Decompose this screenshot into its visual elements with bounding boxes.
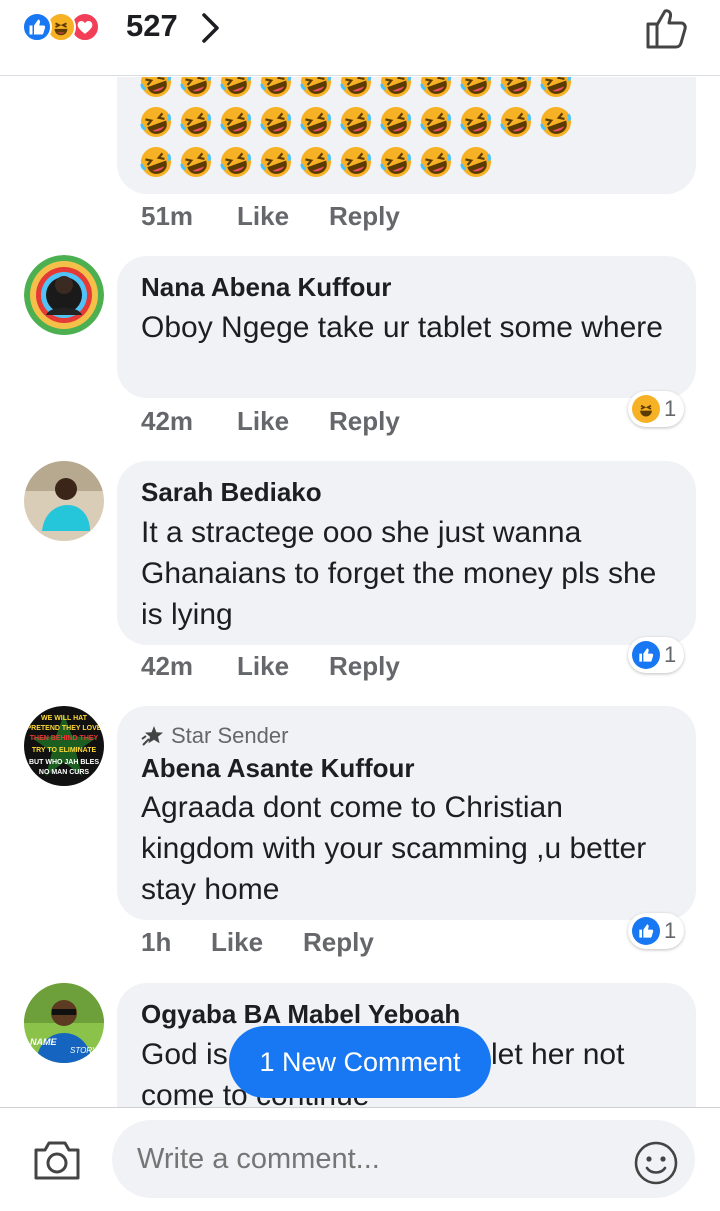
like-link[interactable]: Like (211, 927, 263, 958)
reaction-count[interactable]: 527 (126, 8, 178, 44)
laughing-emoji-icon (539, 77, 573, 99)
laughing-emoji-icon (459, 105, 493, 139)
comment-text: It a stractege ooo she just wanna Ghanai… (141, 516, 657, 631)
new-comment-button[interactable]: 1 New Comment (229, 1026, 491, 1098)
like-link[interactable]: Like (237, 651, 289, 682)
badge-label: Star Sender (171, 723, 289, 748)
avatar[interactable] (24, 461, 104, 541)
like-link[interactable]: Like (237, 406, 289, 437)
comment-bubble[interactable]: Star Sender Abena Asante Kuffour Agraada… (117, 706, 696, 920)
commenter-name[interactable]: Abena Asante Kuffour (141, 753, 415, 784)
laughing-emoji-icon (299, 145, 333, 179)
reaction-pill[interactable]: 1 (628, 391, 685, 427)
laughing-emoji-icon (179, 145, 213, 179)
comment-text: let her not (491, 1038, 625, 1071)
laughing-emoji-icon (299, 105, 333, 139)
reaction-count: 1 (664, 396, 677, 421)
comment-time: 42m (141, 406, 194, 436)
reply-link[interactable]: Reply (329, 651, 400, 682)
laughing-emoji-icon (379, 105, 413, 139)
avatar-text: STORY (70, 1046, 98, 1055)
star-sender-badge: Star Sender (141, 723, 288, 749)
laughing-emoji-icon (419, 105, 453, 139)
laughing-emoji-icon (179, 105, 213, 139)
comment-time: 1h (141, 927, 172, 957)
comment-bubble[interactable]: Nana Abena Kuffour Oboy Ngege take ur ta… (117, 256, 696, 398)
laughing-emoji-icon (259, 145, 293, 179)
emoji-row (139, 77, 579, 99)
commenter-name[interactable]: Nana Abena Kuffour (141, 272, 391, 303)
reaction-count: 1 (664, 918, 677, 943)
comment-text: Agraada dont come to Christian kingdom w… (141, 791, 647, 906)
reaction-summary[interactable] (22, 10, 100, 44)
reply-link[interactable]: Reply (329, 406, 400, 437)
laughing-emoji-icon (179, 77, 213, 99)
comment-bubble (117, 77, 696, 194)
reply-link[interactable]: Reply (303, 927, 374, 958)
star-icon (141, 726, 163, 746)
haha-icon (632, 395, 660, 423)
comment-time: 51m (141, 201, 194, 231)
laughing-emoji-icon (139, 77, 173, 99)
laughing-emoji-icon (459, 145, 493, 179)
chevron-right-icon[interactable] (200, 12, 222, 49)
reaction-pill[interactable]: 1 (628, 637, 685, 673)
laughing-emoji-icon (219, 77, 253, 99)
laughing-emoji-icon (339, 105, 373, 139)
like-icon (632, 917, 660, 945)
laughing-emoji-icon (219, 105, 253, 139)
laughing-emoji-icon (299, 77, 333, 99)
reply-link[interactable]: Reply (329, 201, 400, 232)
comment-composer (0, 1107, 720, 1211)
avatar-text: WE WILL HAT (41, 715, 88, 722)
laughing-emoji-icon (419, 77, 453, 99)
thumbs-up-icon[interactable] (644, 6, 690, 55)
comments-feed[interactable]: 51m Like Reply Nana Abena Kuffour Oboy N… (0, 77, 720, 1107)
avatar-text: NAME (30, 1037, 57, 1047)
laughing-emoji-icon (419, 145, 453, 179)
laughing-emoji-icon (259, 77, 293, 99)
avatar[interactable]: WE WILL HAT PRETEND THEY LOVE THEN BEHIN… (24, 706, 104, 786)
laughing-emoji-icon (499, 105, 533, 139)
laughing-emoji-icon (499, 77, 533, 99)
avatar-text: BUT WHO JAH BLES (29, 759, 99, 766)
reactions-header: 527 (0, 0, 720, 76)
avatar-text: THEN BEHIND THEY (30, 735, 99, 742)
comment-time: 42m (141, 651, 194, 681)
comment-input[interactable] (112, 1120, 695, 1198)
reaction-count: 1 (664, 642, 677, 667)
laughing-emoji-icon (259, 105, 293, 139)
laughing-emoji-icon (379, 77, 413, 99)
like-icon (22, 12, 52, 42)
emoji-row (139, 105, 579, 139)
avatar[interactable]: NAME STORY (24, 983, 104, 1063)
comment-bubble[interactable]: Sarah Bediako It a stractege ooo she jus… (117, 461, 696, 645)
laughing-emoji-icon (339, 77, 373, 99)
laughing-emoji-icon (139, 105, 173, 139)
comment-text: Oboy Ngege take ur tablet some where (141, 311, 663, 344)
emoji-row (139, 145, 499, 179)
smiley-icon[interactable] (633, 1140, 679, 1191)
avatar-text: PRETEND THEY LOVE (27, 725, 102, 732)
avatar-text: TRY TO ELIMINATE (32, 747, 97, 754)
avatar[interactable] (24, 255, 104, 335)
laughing-emoji-icon (219, 145, 253, 179)
like-icon (632, 641, 660, 669)
like-link[interactable]: Like (237, 201, 289, 232)
laughing-emoji-icon (339, 145, 373, 179)
laughing-emoji-icon (539, 105, 573, 139)
reaction-pill[interactable]: 1 (628, 913, 685, 949)
laughing-emoji-icon (459, 77, 493, 99)
commenter-name[interactable]: Sarah Bediako (141, 477, 322, 508)
laughing-emoji-icon (379, 145, 413, 179)
laughing-emoji-icon (139, 145, 173, 179)
avatar-text: NO MAN CURS (39, 769, 89, 776)
camera-icon[interactable] (32, 1138, 82, 1187)
